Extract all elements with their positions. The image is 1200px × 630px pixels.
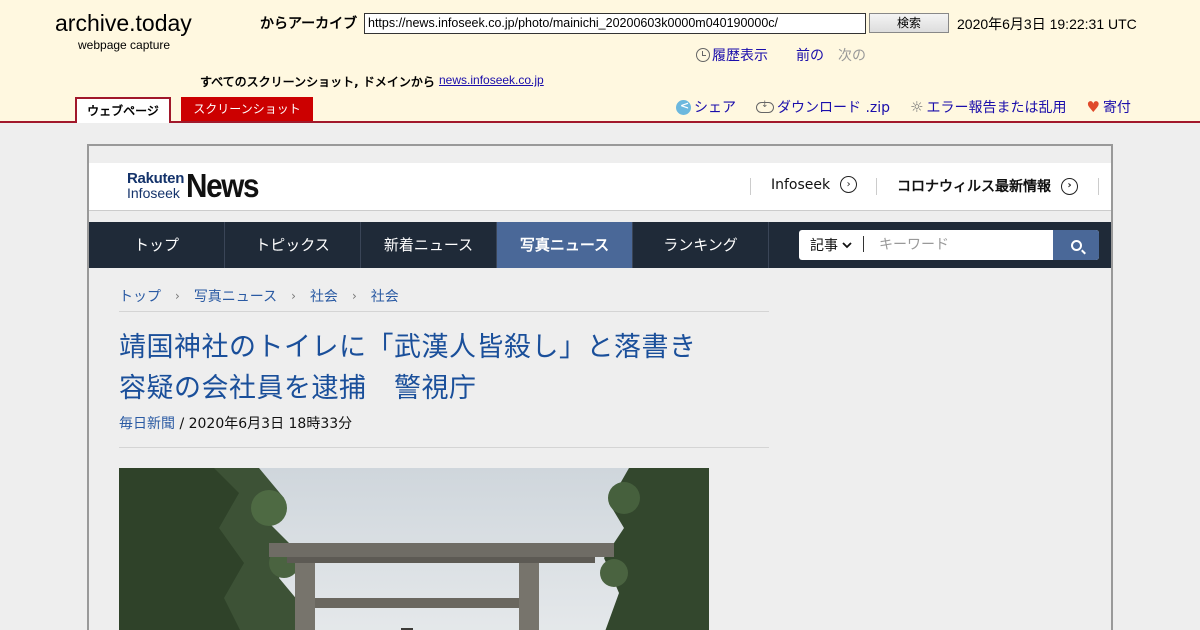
capture-date: 2020年6月3日 19:22:31 UTC	[957, 16, 1137, 32]
article-headline: 靖国神社のトイレに「武漢人皆殺し」と落書き 容疑の会社員を逮捕 警視庁	[119, 327, 779, 409]
report-link[interactable]: ☼ エラー報告または乱用	[910, 97, 1066, 117]
site-header: Rakuten Infoseek News Infoseek › コロナウィルス…	[89, 163, 1111, 211]
site-search-button[interactable]	[1053, 230, 1099, 260]
all-screenshots-label: すべてのスクリーンショット, ドメインから	[200, 75, 435, 89]
header-divider	[750, 178, 751, 195]
donate-label: 寄付	[1102, 100, 1131, 116]
archive-subtitle: webpage capture	[78, 38, 171, 52]
share-label: シェア	[694, 100, 736, 116]
url-input[interactable]: https://news.infoseek.co.jp/photo/mainic…	[364, 13, 866, 34]
corona-link-label: コロナウィルス最新情報	[897, 179, 1051, 195]
breadcrumb-item[interactable]: 写真ニュース	[194, 286, 277, 306]
search-category-label: 記事	[810, 238, 838, 254]
tab-webpage[interactable]: ウェブページ	[75, 97, 171, 123]
infoseek-link[interactable]: Infoseek ›	[771, 176, 858, 193]
breadcrumb-divider	[119, 311, 769, 312]
torii-photo	[119, 468, 709, 630]
download-link[interactable]: ダウンロード .zip	[756, 97, 890, 117]
download-label: ダウンロード .zip	[777, 100, 891, 116]
headline-line-2: 容疑の会社員を逮捕 警視庁	[119, 373, 477, 404]
prev-link[interactable]: 前の	[796, 45, 824, 65]
infoseek-link-label: Infoseek	[771, 176, 831, 193]
article-photo[interactable]	[119, 468, 709, 630]
cloud-download-icon	[756, 100, 774, 113]
article-content: トップ › 写真ニュース › 社会 › 社会 靖国神社のトイレに「武漢人皆殺し」…	[89, 283, 1111, 630]
breadcrumb: トップ › 写真ニュース › 社会 › 社会	[119, 286, 399, 306]
search-icon	[1070, 239, 1082, 251]
domain-link[interactable]: news.infoseek.co.jp	[439, 73, 544, 87]
byline-divider	[119, 447, 769, 448]
donate-link[interactable]: ♥ 寄付	[1086, 97, 1130, 117]
source-link[interactable]: 毎日新聞	[119, 416, 175, 432]
share-icon	[676, 99, 691, 115]
chevron-right-icon: ›	[291, 289, 296, 303]
archive-logo[interactable]: archive.today	[55, 10, 192, 37]
header-divider	[876, 178, 877, 195]
chevron-right-icon: ›	[840, 176, 858, 193]
logo-infoseek[interactable]: Infoseek	[127, 185, 180, 201]
clock-icon	[696, 48, 710, 62]
archived-page-frame: Rakuten Infoseek News Infoseek › コロナウィルス…	[87, 144, 1113, 630]
breadcrumb-item[interactable]: 社会	[310, 286, 338, 306]
history-link[interactable]: 履歴表示	[696, 45, 768, 65]
lightbulb-icon: ☼	[910, 98, 924, 116]
chevron-right-icon: ›	[1061, 177, 1078, 195]
archive-from-label: からアーカイブ	[260, 16, 358, 32]
nav-item-topics[interactable]: トピックス	[225, 222, 361, 268]
main-nav: トップ トピックス 新着ニュース 写真ニュース ランキング 記事 キーワード	[89, 222, 1111, 268]
heart-icon: ♥	[1086, 98, 1100, 116]
chevron-right-icon: ›	[175, 289, 180, 303]
site-search: 記事 キーワード	[799, 230, 1099, 260]
share-link[interactable]: シェア	[676, 97, 736, 117]
breadcrumb-item[interactable]: 社会	[371, 286, 399, 306]
report-label: エラー報告または乱用	[926, 100, 1067, 116]
archive-header: archive.today webpage capture からアーカイブ ht…	[0, 0, 1200, 123]
keyword-input[interactable]: キーワード	[879, 230, 949, 260]
nav-item-new[interactable]: 新着ニュース	[361, 222, 497, 268]
corona-link[interactable]: コロナウィルス最新情報 ›	[897, 176, 1078, 196]
publish-date: / 2020年6月3日 18時33分	[179, 416, 353, 432]
logo-news[interactable]: News	[186, 167, 260, 205]
header-divider	[1098, 178, 1099, 195]
search-category-select[interactable]: 記事	[799, 230, 865, 260]
chevron-right-icon: ›	[351, 289, 357, 303]
nav-item-ranking[interactable]: ランキング	[633, 222, 769, 268]
breadcrumb-item[interactable]: トップ	[119, 286, 161, 306]
search-divider	[863, 236, 864, 252]
chevron-down-icon	[842, 241, 852, 248]
nav-item-top[interactable]: トップ	[89, 222, 225, 268]
search-button[interactable]: 検索	[869, 13, 949, 33]
history-label: 履歴表示	[712, 48, 768, 64]
tab-screenshot[interactable]: スクリーンショット	[181, 97, 313, 121]
archive-actions: シェア ダウンロード .zip ☼ エラー報告または乱用 ♥ 寄付	[676, 97, 1131, 117]
headline-line-1: 靖国神社のトイレに「武漢人皆殺し」と落書き	[119, 332, 697, 363]
nav-item-photo[interactable]: 写真ニュース	[497, 222, 633, 268]
byline: 毎日新聞 / 2020年6月3日 18時33分	[119, 413, 352, 433]
next-link: 次の	[838, 48, 866, 64]
